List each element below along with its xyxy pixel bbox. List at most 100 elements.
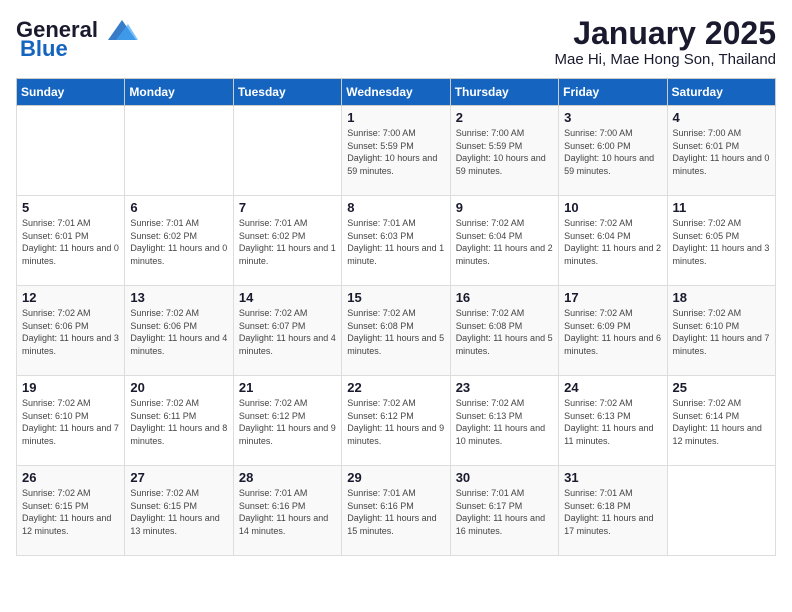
location-subtitle: Mae Hi, Mae Hong Son, Thailand (554, 51, 776, 68)
day-info: Sunrise: 7:02 AM Sunset: 6:08 PM Dayligh… (456, 307, 553, 357)
calendar-cell: 3 Sunrise: 7:00 AM Sunset: 6:00 PM Daylig… (559, 106, 667, 196)
day-info: Sunrise: 7:01 AM Sunset: 6:18 PM Dayligh… (564, 487, 661, 537)
day-number: 18 (673, 290, 770, 305)
calendar-cell: 22 Sunrise: 7:02 AM Sunset: 6:12 PM Dayli… (342, 376, 450, 466)
day-info: Sunrise: 7:02 AM Sunset: 6:06 PM Dayligh… (130, 307, 227, 357)
day-info: Sunrise: 7:02 AM Sunset: 6:05 PM Dayligh… (673, 217, 770, 267)
calendar-table: SundayMondayTuesdayWednesdayThursdayFrid… (16, 78, 776, 556)
calendar-cell: 18 Sunrise: 7:02 AM Sunset: 6:10 PM Dayli… (667, 286, 775, 376)
logo-blue: Blue (20, 36, 68, 62)
day-info: Sunrise: 7:01 AM Sunset: 6:03 PM Dayligh… (347, 217, 444, 267)
day-info: Sunrise: 7:00 AM Sunset: 6:00 PM Dayligh… (564, 127, 661, 177)
logo: General Blue (16, 16, 138, 62)
day-number: 25 (673, 380, 770, 395)
day-number: 3 (564, 110, 661, 125)
day-number: 27 (130, 470, 227, 485)
calendar-cell: 10 Sunrise: 7:02 AM Sunset: 6:04 PM Dayli… (559, 196, 667, 286)
day-info: Sunrise: 7:02 AM Sunset: 6:13 PM Dayligh… (456, 397, 553, 447)
day-number: 11 (673, 200, 770, 215)
day-info: Sunrise: 7:02 AM Sunset: 6:15 PM Dayligh… (130, 487, 227, 537)
calendar-cell: 29 Sunrise: 7:01 AM Sunset: 6:16 PM Dayli… (342, 466, 450, 556)
day-number: 14 (239, 290, 336, 305)
day-info: Sunrise: 7:02 AM Sunset: 6:12 PM Dayligh… (239, 397, 336, 447)
day-info: Sunrise: 7:02 AM Sunset: 6:04 PM Dayligh… (456, 217, 553, 267)
logo-icon (98, 16, 138, 44)
day-number: 29 (347, 470, 444, 485)
day-info: Sunrise: 7:02 AM Sunset: 6:08 PM Dayligh… (347, 307, 444, 357)
day-info: Sunrise: 7:01 AM Sunset: 6:16 PM Dayligh… (347, 487, 444, 537)
calendar-cell: 31 Sunrise: 7:01 AM Sunset: 6:18 PM Dayli… (559, 466, 667, 556)
day-number: 17 (564, 290, 661, 305)
day-info: Sunrise: 7:01 AM Sunset: 6:17 PM Dayligh… (456, 487, 553, 537)
day-info: Sunrise: 7:02 AM Sunset: 6:09 PM Dayligh… (564, 307, 661, 357)
day-number: 24 (564, 380, 661, 395)
day-info: Sunrise: 7:02 AM Sunset: 6:10 PM Dayligh… (22, 397, 119, 447)
calendar-cell: 19 Sunrise: 7:02 AM Sunset: 6:10 PM Dayli… (17, 376, 125, 466)
day-info: Sunrise: 7:01 AM Sunset: 6:02 PM Dayligh… (239, 217, 336, 267)
calendar-cell: 28 Sunrise: 7:01 AM Sunset: 6:16 PM Dayli… (233, 466, 341, 556)
day-info: Sunrise: 7:02 AM Sunset: 6:07 PM Dayligh… (239, 307, 336, 357)
day-number: 26 (22, 470, 119, 485)
day-number: 22 (347, 380, 444, 395)
day-info: Sunrise: 7:02 AM Sunset: 6:10 PM Dayligh… (673, 307, 770, 357)
calendar-cell (125, 106, 233, 196)
title-block: January 2025 Mae Hi, Mae Hong Son, Thail… (554, 16, 776, 68)
day-number: 23 (456, 380, 553, 395)
calendar-cell: 8 Sunrise: 7:01 AM Sunset: 6:03 PM Daylig… (342, 196, 450, 286)
calendar-cell: 6Sunrise: 7:01 AM Sunset: 6:02 PM Daylig… (125, 196, 233, 286)
day-number: 30 (456, 470, 553, 485)
day-info: Sunrise: 7:00 AM Sunset: 5:59 PM Dayligh… (347, 127, 444, 177)
day-number: 31 (564, 470, 661, 485)
calendar-cell: 17 Sunrise: 7:02 AM Sunset: 6:09 PM Dayli… (559, 286, 667, 376)
day-info: Sunrise: 7:02 AM Sunset: 6:14 PM Dayligh… (673, 397, 770, 447)
day-number: 21 (239, 380, 336, 395)
calendar-cell: 24 Sunrise: 7:02 AM Sunset: 6:13 PM Dayli… (559, 376, 667, 466)
calendar-cell: 20 Sunrise: 7:02 AM Sunset: 6:11 PM Dayli… (125, 376, 233, 466)
calendar-cell (667, 466, 775, 556)
day-number: 15 (347, 290, 444, 305)
day-number: 2 (456, 110, 553, 125)
day-info: Sunrise: 7:02 AM Sunset: 6:15 PM Dayligh… (22, 487, 119, 537)
day-number: 20 (130, 380, 227, 395)
calendar-cell: 12 Sunrise: 7:02 AM Sunset: 6:06 PM Dayli… (17, 286, 125, 376)
col-header-tuesday: Tuesday (233, 79, 341, 106)
calendar-cell (233, 106, 341, 196)
day-info: Sunrise: 7:02 AM Sunset: 6:13 PM Dayligh… (564, 397, 661, 447)
calendar-cell: 26 Sunrise: 7:02 AM Sunset: 6:15 PM Dayli… (17, 466, 125, 556)
calendar-cell: 27 Sunrise: 7:02 AM Sunset: 6:15 PM Dayli… (125, 466, 233, 556)
day-info: Sunrise: 7:00 AM Sunset: 6:01 PM Dayligh… (673, 127, 770, 177)
col-header-saturday: Saturday (667, 79, 775, 106)
col-header-thursday: Thursday (450, 79, 558, 106)
day-number: 8 (347, 200, 444, 215)
calendar-cell: 11 Sunrise: 7:02 AM Sunset: 6:05 PM Dayli… (667, 196, 775, 286)
day-info: Sunrise: 7:02 AM Sunset: 6:11 PM Dayligh… (130, 397, 227, 447)
day-number: 5 (22, 200, 119, 215)
day-info: Sunrise: 7:01 AM Sunset: 6:02 PM Dayligh… (130, 217, 227, 267)
day-info: Sunrise: 7:02 AM Sunset: 6:12 PM Dayligh… (347, 397, 444, 447)
calendar-cell: 7 Sunrise: 7:01 AM Sunset: 6:02 PM Daylig… (233, 196, 341, 286)
day-number: 16 (456, 290, 553, 305)
day-number: 19 (22, 380, 119, 395)
day-number: 28 (239, 470, 336, 485)
calendar-cell: 25 Sunrise: 7:02 AM Sunset: 6:14 PM Dayli… (667, 376, 775, 466)
calendar-cell (17, 106, 125, 196)
calendar-cell: 1Sunrise: 7:00 AM Sunset: 5:59 PM Daylig… (342, 106, 450, 196)
day-number: 12 (22, 290, 119, 305)
day-number: 10 (564, 200, 661, 215)
day-number: 4 (673, 110, 770, 125)
day-number: 7 (239, 200, 336, 215)
day-info: Sunrise: 7:01 AM Sunset: 6:16 PM Dayligh… (239, 487, 336, 537)
col-header-sunday: Sunday (17, 79, 125, 106)
day-number: 9 (456, 200, 553, 215)
calendar-cell: 23 Sunrise: 7:02 AM Sunset: 6:13 PM Dayli… (450, 376, 558, 466)
col-header-wednesday: Wednesday (342, 79, 450, 106)
calendar-cell: 16 Sunrise: 7:02 AM Sunset: 6:08 PM Dayli… (450, 286, 558, 376)
day-info: Sunrise: 7:02 AM Sunset: 6:06 PM Dayligh… (22, 307, 119, 357)
day-info: Sunrise: 7:02 AM Sunset: 6:04 PM Dayligh… (564, 217, 661, 267)
header-area: General Blue January 2025 Mae Hi, Mae Ho… (16, 16, 776, 68)
calendar-cell: 9 Sunrise: 7:02 AM Sunset: 6:04 PM Daylig… (450, 196, 558, 286)
calendar-cell: 5Sunrise: 7:01 AM Sunset: 6:01 PM Daylig… (17, 196, 125, 286)
day-info: Sunrise: 7:00 AM Sunset: 5:59 PM Dayligh… (456, 127, 553, 177)
col-header-friday: Friday (559, 79, 667, 106)
calendar-cell: 13Sunrise: 7:02 AM Sunset: 6:06 PM Dayli… (125, 286, 233, 376)
